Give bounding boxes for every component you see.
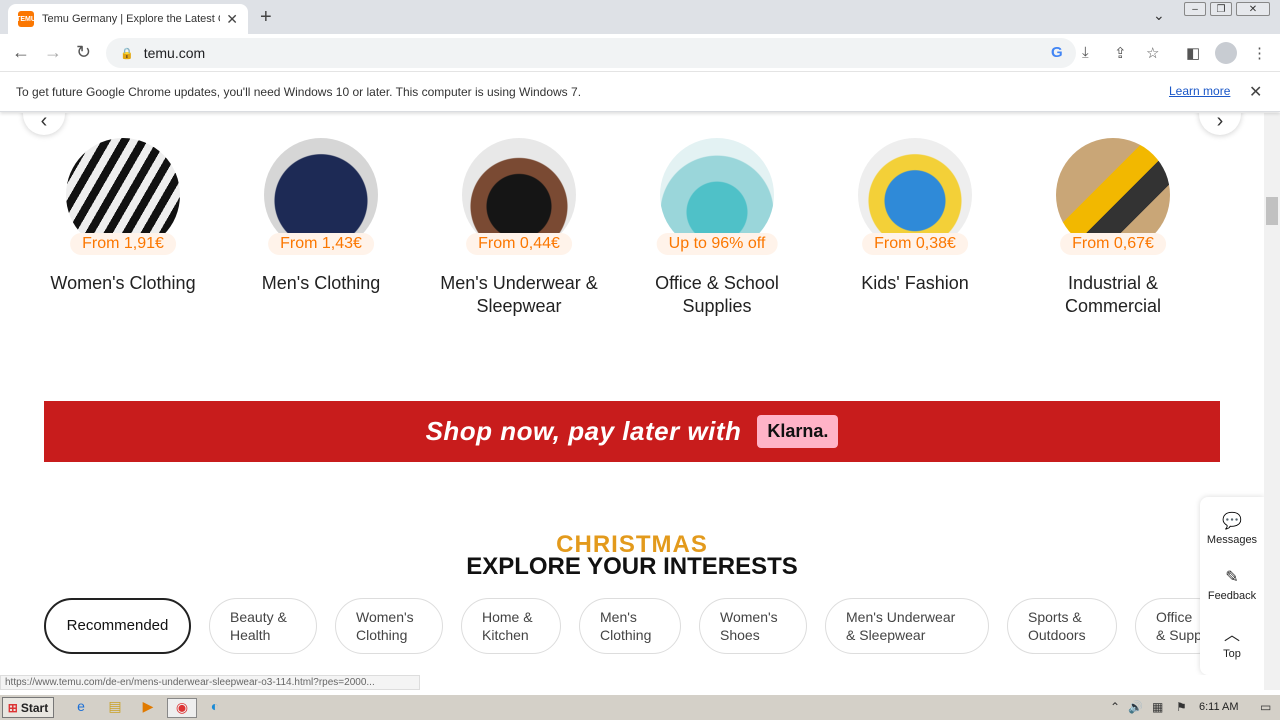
category-industrial[interactable]: From 0,67€ Industrial & Commercial xyxy=(1028,138,1198,318)
feedback-button[interactable]: ✎ Feedback xyxy=(1200,567,1264,602)
url-text: temu.com xyxy=(143,45,206,61)
explore-heading: EXPLORE YOUR INTERESTS xyxy=(466,553,798,580)
restore-button[interactable]: ❐ xyxy=(1210,2,1232,16)
side-panel-icon[interactable]: ◧ xyxy=(1186,44,1200,62)
chat-bubble-icon: 💬 xyxy=(1222,513,1242,530)
infobar-message: To get future Google Chrome updates, you… xyxy=(16,84,582,99)
pill-home-kitchen[interactable]: Home & Kitchen xyxy=(461,598,561,654)
browser-toolbar: ← → ↻ 🔒 temu.com G ⤓ ⇪ ☆ ◧ ⋮ xyxy=(0,34,1280,72)
pill-sports-outdoors[interactable]: Sports & Outdoors xyxy=(1007,598,1117,654)
category-name: Kids' Fashion xyxy=(861,273,969,293)
banner-text: Shop now, pay later with xyxy=(425,416,742,446)
carousel-next-button[interactable]: › xyxy=(1199,113,1241,135)
address-bar[interactable]: 🔒 temu.com xyxy=(106,38,1076,68)
new-tab-button[interactable]: + xyxy=(260,6,272,29)
chrome-taskbar-icon[interactable]: ◉ xyxy=(167,698,197,718)
back-arrow-icon[interactable]: ← xyxy=(12,42,30,63)
category-mens-clothing[interactable]: From 1,43€ Men's Clothing xyxy=(236,138,406,295)
klarna-logo: Klarna. xyxy=(757,415,839,448)
klarna-banner[interactable]: Shop now, pay later with Klarna. xyxy=(44,401,1220,462)
google-lens-icon[interactable]: G xyxy=(1051,44,1063,61)
tab-search-chevron-icon[interactable]: ⌄ xyxy=(1153,7,1165,24)
category-kids-fashion[interactable]: From 0,38€ Kids' Fashion xyxy=(830,138,1000,295)
start-button[interactable]: ⊞ Start xyxy=(2,697,54,718)
feedback-label: Feedback xyxy=(1207,590,1257,602)
category-price: Up to 96% off xyxy=(656,233,778,255)
page-content: ‹ › From 1,91€ Women's Clothing From 1,4… xyxy=(0,113,1264,675)
carousel-prev-button[interactable]: ‹ xyxy=(23,113,65,135)
status-bar-url: https://www.temu.com/de-en/mens-underwea… xyxy=(0,675,420,690)
messages-label: Messages xyxy=(1206,534,1258,546)
update-infobar: To get future Google Chrome updates, you… xyxy=(0,72,1280,112)
temu-favicon-icon: TEMU xyxy=(16,11,36,27)
category-price: From 0,38€ xyxy=(862,233,968,255)
category-price: From 0,44€ xyxy=(466,233,572,255)
clock: 6:11 AM xyxy=(1199,701,1239,713)
windows-taskbar: ⊞ Start e ▤ ▶ ◉ ◐ ⌃ 🔊 ▦ ⚑ 6:11 AM ▭ xyxy=(0,694,1280,720)
category-name: Men's Clothing xyxy=(261,273,381,293)
tray-expand-icon[interactable]: ⌃ xyxy=(1110,700,1120,714)
category-name: Industrial & Commercial xyxy=(1064,273,1161,316)
windows-logo-icon: ⊞ xyxy=(7,700,18,715)
volume-icon[interactable]: 🔊 xyxy=(1128,700,1143,714)
category-womens-clothing[interactable]: From 1,91€ Women's Clothing xyxy=(38,138,208,295)
action-center-flag-icon[interactable]: ⚑ xyxy=(1176,700,1187,714)
pill-womens-clothing[interactable]: Women's Clothing xyxy=(335,598,443,654)
show-desktop-icon[interactable]: ▭ xyxy=(1260,700,1271,714)
share-icon[interactable]: ⇪ xyxy=(1114,44,1127,62)
learn-more-link[interactable]: Learn more xyxy=(1169,84,1230,98)
ie-icon[interactable]: e xyxy=(70,698,92,718)
side-floating-panel: 💬 Messages ✎ Feedback ︿ Top xyxy=(1200,497,1264,675)
media-player-icon[interactable]: ▶ xyxy=(137,698,159,718)
tab-title: Temu Germany | Explore the Latest C xyxy=(42,13,221,25)
install-app-icon[interactable]: ⤓ xyxy=(1082,44,1089,61)
close-infobar-icon[interactable]: ✕ xyxy=(1249,82,1262,102)
messages-button[interactable]: 💬 Messages xyxy=(1200,511,1264,546)
category-price: From 0,67€ xyxy=(1060,233,1166,255)
category-name: Women's Clothing xyxy=(50,273,196,293)
explorer-folder-icon[interactable]: ▤ xyxy=(104,698,126,718)
pill-womens-shoes[interactable]: Women's Shoes xyxy=(699,598,807,654)
menu-kebab-icon[interactable]: ⋮ xyxy=(1252,44,1267,62)
category-name: Office & School Supplies xyxy=(655,273,779,316)
edge-icon[interactable]: ◐ xyxy=(204,698,226,718)
category-price: From 1,43€ xyxy=(268,233,374,255)
pill-beauty-health[interactable]: Beauty & Health xyxy=(209,598,317,654)
lock-icon[interactable]: 🔒 xyxy=(120,47,134,60)
close-tab-icon[interactable]: ✕ xyxy=(226,11,238,28)
profile-avatar[interactable] xyxy=(1215,42,1237,64)
network-icon[interactable]: ▦ xyxy=(1152,700,1163,714)
browser-titlebar: TEMU Temu Germany | Explore the Latest C… xyxy=(0,0,1280,34)
category-name: Men's Underwear & Sleepwear xyxy=(440,273,598,316)
pill-mens-clothing[interactable]: Men's Clothing xyxy=(579,598,681,654)
browser-tab[interactable]: TEMU Temu Germany | Explore the Latest C… xyxy=(8,4,248,34)
back-to-top-button[interactable]: ︿ Top xyxy=(1200,621,1264,660)
scrollbar-thumb[interactable] xyxy=(1266,197,1278,225)
top-label: Top xyxy=(1223,648,1241,660)
bookmark-star-icon[interactable]: ☆ xyxy=(1146,44,1159,62)
category-office-supplies[interactable]: Up to 96% off Office & School Supplies xyxy=(632,138,802,318)
category-mens-underwear[interactable]: From 0,44€ Men's Underwear & Sleepwear xyxy=(434,138,604,318)
minimize-button[interactable]: – xyxy=(1184,2,1206,16)
reload-icon[interactable]: ↻ xyxy=(76,42,91,63)
start-label: Start xyxy=(20,700,49,715)
feedback-edit-icon: ✎ xyxy=(1225,569,1239,586)
close-window-button[interactable]: ✕ xyxy=(1236,2,1270,16)
pill-recommended[interactable]: Recommended xyxy=(44,598,191,654)
forward-arrow-icon[interactable]: → xyxy=(44,42,62,63)
category-price: From 1,91€ xyxy=(70,233,176,255)
pill-mens-underwear[interactable]: Men's Underwear & Sleepwear xyxy=(825,598,989,654)
chevron-up-icon: ︿ xyxy=(1223,627,1240,644)
